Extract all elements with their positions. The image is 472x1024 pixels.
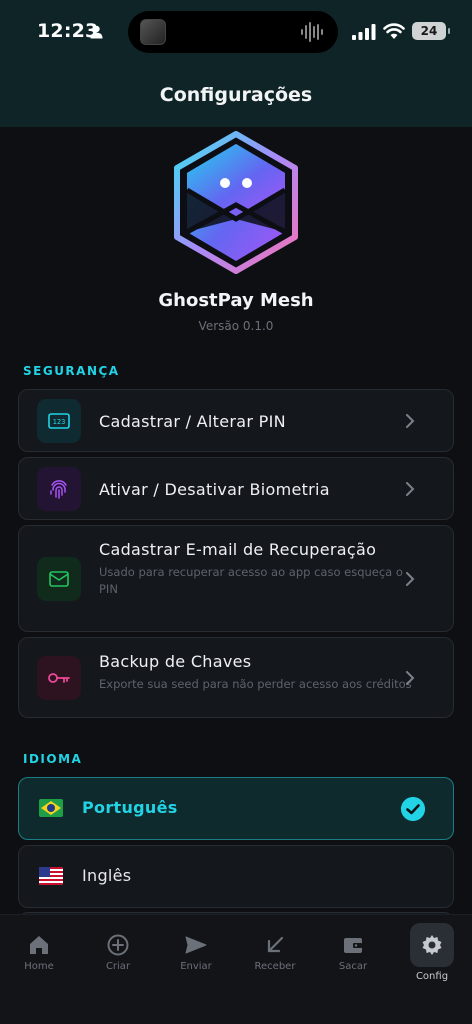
chevron-right-icon xyxy=(406,671,415,685)
flag-brazil-icon xyxy=(39,799,63,817)
tab-receive[interactable]: Receber xyxy=(245,915,305,995)
language-option-portuguese[interactable]: Português xyxy=(18,777,454,840)
language-label: Inglês xyxy=(82,866,132,885)
tab-label: Enviar xyxy=(180,961,212,972)
flag-usa-icon xyxy=(39,867,63,885)
header: Configurações xyxy=(0,60,472,127)
tab-home[interactable]: Home xyxy=(9,915,69,995)
pin-icon: 123 xyxy=(37,399,81,443)
check-icon xyxy=(401,797,425,821)
fingerprint-icon xyxy=(37,467,81,511)
section-title-security: SEGURANÇA xyxy=(23,364,120,378)
tab-label: Config xyxy=(415,971,449,982)
home-icon xyxy=(30,936,48,954)
person-icon xyxy=(90,25,103,39)
chevron-right-icon xyxy=(406,482,415,496)
menu-item-key-backup[interactable]: Backup de Chaves Exporte sua seed para n… xyxy=(18,637,454,718)
menu-item-label: Ativar / Desativar Biometria xyxy=(99,480,330,499)
waveform-icon xyxy=(301,22,323,42)
tab-label: Criar xyxy=(105,961,131,972)
tab-label: Receber xyxy=(254,961,296,972)
signal-icon xyxy=(352,24,376,40)
tab-withdraw[interactable]: Sacar xyxy=(323,915,383,995)
tab-send[interactable]: Enviar xyxy=(166,915,226,995)
app-version: Versão 0.1.0 xyxy=(198,319,274,333)
tab-config[interactable]: Config xyxy=(402,915,462,995)
chevron-right-icon xyxy=(406,572,415,586)
language-option-english[interactable]: Inglês xyxy=(18,845,454,908)
app-logo xyxy=(174,131,298,274)
wifi-icon xyxy=(383,23,405,39)
tab-create[interactable]: Criar xyxy=(88,915,148,995)
chevron-right-icon xyxy=(406,414,415,428)
arrow-down-left-icon xyxy=(267,936,284,953)
menu-item-recovery-email[interactable]: Cadastrar E-mail de Recuperação Usado pa… xyxy=(18,525,454,632)
status-bar: 12:23 24 xyxy=(0,0,472,60)
menu-item-description: Usado para recuperar acesso ao app caso … xyxy=(99,565,403,596)
battery-indicator: 24 xyxy=(412,22,450,40)
plus-circle-icon xyxy=(107,934,129,956)
menu-item-description: Exporte sua seed para não perder acesso … xyxy=(99,677,412,691)
tab-label: Home xyxy=(24,961,54,972)
svg-text:123: 123 xyxy=(53,418,66,426)
send-icon xyxy=(185,936,207,954)
dynamic-island xyxy=(128,11,338,53)
tab-label: Sacar xyxy=(338,961,368,972)
menu-item-label: Cadastrar / Alterar PIN xyxy=(99,412,286,431)
island-avatar xyxy=(140,19,166,45)
menu-item-label: Backup de Chaves xyxy=(99,652,252,671)
gear-icon xyxy=(422,935,442,955)
mail-icon xyxy=(37,557,81,601)
key-icon xyxy=(37,656,81,700)
section-title-language: IDIOMA xyxy=(23,752,83,766)
language-label: Português xyxy=(82,798,178,817)
tab-bar: Home Criar Enviar Receber Sacar Config xyxy=(0,914,472,1024)
app-name: GhostPay Mesh xyxy=(158,290,314,311)
menu-item-biometrics[interactable]: Ativar / Desativar Biometria xyxy=(18,457,454,520)
page-title: Configurações xyxy=(159,84,313,106)
menu-item-pin[interactable]: 123 Cadastrar / Alterar PIN xyxy=(18,389,454,452)
wallet-icon xyxy=(344,938,362,953)
menu-item-label: Cadastrar E-mail de Recuperação xyxy=(99,540,377,559)
